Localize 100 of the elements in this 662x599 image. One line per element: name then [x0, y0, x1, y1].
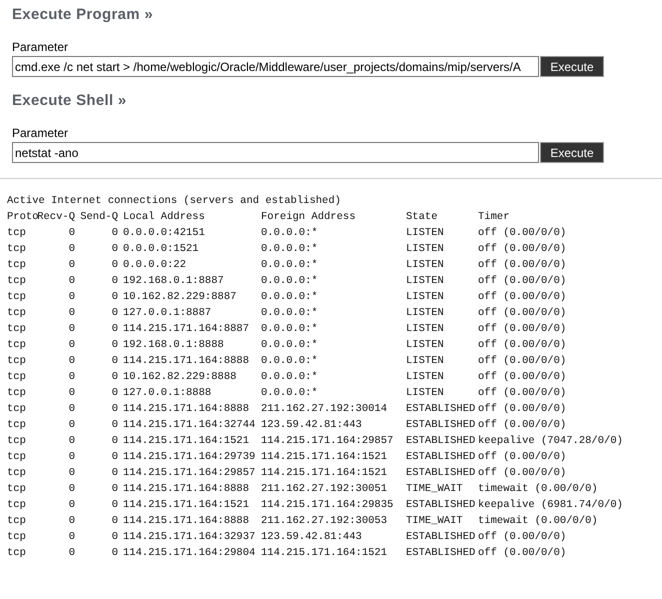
state-cell-text: LISTEN — [406, 274, 444, 289]
local-address-cell-text: 127.0.0.1:8887 — [122, 306, 212, 321]
state-cell-text: LISTEN — [406, 354, 444, 369]
timer-cell-text: off (0.00/0/0) — [478, 402, 566, 417]
foreign-address-cell-text: 0.0.0.0:* — [261, 306, 318, 321]
foreign-address-cell-text: 0.0.0.0:* — [261, 322, 318, 337]
recv-q-cell-text: 0 — [68, 498, 75, 513]
timer-cell-text: off (0.00/0/0) — [478, 450, 566, 465]
execute-button[interactable]: Execute — [540, 56, 604, 77]
state-cell-text: LISTEN — [406, 370, 444, 385]
state-cell-text: LISTEN — [406, 338, 444, 353]
recv-q-cell-text: 0 — [68, 226, 75, 241]
timer-cell-text: off (0.00/0/0) — [478, 530, 566, 545]
recv-q-cell-text: 0 — [68, 354, 75, 369]
execute-button[interactable]: Execute — [540, 142, 604, 163]
foreign-address-cell-text: 0.0.0.0:* — [261, 386, 318, 401]
local-address-cell-text: 114.215.171.164:29804 — [122, 546, 256, 561]
foreign-address-cell-text: 0.0.0.0:* — [261, 354, 318, 369]
local-address-cell-text: 114.215.171.164:8888 — [122, 482, 250, 497]
foreign-address-cell-text: 123.59.42.81:443 — [261, 418, 362, 433]
parameter-field[interactable]: cmd.exe /c net start > /home/weblogic/Oracle/Middleware/user_projects/domains/mip/servers/A — [12, 56, 539, 77]
send-q-cell-text: 0 — [112, 258, 118, 273]
column-header: Recv-Q — [37, 210, 75, 225]
section-heading: Execute Program » — [12, 6, 154, 23]
state-cell-text: LISTEN — [406, 322, 444, 337]
timer-cell-text: off (0.00/0/0) — [478, 546, 566, 561]
proto-cell-text: tcp — [7, 386, 26, 401]
send-q-cell-text: 0 — [112, 242, 118, 257]
recv-q-cell-text: 0 — [68, 418, 75, 433]
state-cell-text: ESTABLISHED — [406, 498, 476, 513]
recv-q-cell-text: 0 — [68, 434, 75, 449]
recv-q-cell-text: 0 — [68, 514, 75, 529]
state-cell-text: LISTEN — [406, 306, 444, 321]
proto-cell-text: tcp — [7, 306, 26, 321]
proto-cell-text: tcp — [7, 226, 26, 241]
foreign-address-cell-text: 0.0.0.0:* — [261, 274, 318, 289]
proto-cell-text: tcp — [7, 498, 26, 513]
timer-cell-text: off (0.00/0/0) — [478, 386, 566, 401]
proto-cell-text: tcp — [7, 258, 26, 273]
send-q-cell-text: 0 — [112, 450, 118, 465]
timer-cell-text: keepalive (6981.74/0/0) — [478, 498, 623, 513]
proto-cell-text: tcp — [7, 338, 26, 353]
send-q-cell-text: 0 — [112, 354, 118, 369]
column-header: Proto — [7, 210, 39, 225]
foreign-address-cell-text: 211.162.27.192:30053 — [261, 514, 388, 529]
local-address-cell-text: 114.215.171.164:8887 — [122, 322, 250, 337]
recv-q-cell-text: 0 — [68, 370, 75, 385]
recv-q-cell-text: 0 — [68, 466, 75, 481]
send-q-cell-text: 0 — [112, 306, 118, 321]
foreign-address-cell-text: 114.215.171.164:1521 — [261, 546, 388, 561]
timer-cell-text: off (0.00/0/0) — [478, 290, 566, 305]
output-title: Active Internet connections (servers and established) — [7, 194, 342, 209]
foreign-address-cell-text: 211.162.27.192:30014 — [261, 402, 388, 417]
parameter-field[interactable]: netstat -ano — [12, 142, 539, 163]
column-header: Local Address — [122, 210, 205, 225]
timer-cell-text: keepalive (7047.28/0/0) — [478, 434, 623, 449]
state-cell-text: LISTEN — [406, 290, 444, 305]
proto-cell-text: tcp — [7, 546, 26, 561]
section-heading: Execute Shell » — [12, 92, 128, 109]
proto-cell-text: tcp — [7, 530, 26, 545]
foreign-address-cell-text: 211.162.27.192:30051 — [261, 482, 388, 497]
proto-cell-text: tcp — [7, 418, 26, 433]
recv-q-cell-text: 0 — [68, 290, 75, 305]
foreign-address-cell-text: 0.0.0.0:* — [261, 258, 318, 273]
local-address-cell-text: 114.215.171.164:29857 — [122, 466, 256, 481]
proto-cell-text: tcp — [7, 290, 26, 305]
column-header: Send-Q — [80, 210, 118, 225]
recv-q-cell-text: 0 — [68, 306, 75, 321]
field-label: Parameter — [12, 126, 70, 140]
state-cell-text: ESTABLISHED — [406, 466, 476, 481]
timer-cell-text: off (0.00/0/0) — [478, 306, 566, 321]
recv-q-cell-text: 0 — [68, 402, 75, 417]
recv-q-cell-text: 0 — [68, 274, 75, 289]
column-header: Timer — [478, 210, 510, 225]
state-cell-text: ESTABLISHED — [406, 546, 476, 561]
column-header: State — [406, 210, 438, 225]
recv-q-cell-text: 0 — [68, 258, 75, 273]
local-address-cell-text: 114.215.171.164:29739 — [122, 450, 256, 465]
proto-cell-text: tcp — [7, 242, 26, 257]
timer-cell-text: off (0.00/0/0) — [478, 354, 566, 369]
local-address-cell-text: 0.0.0.0:1521 — [122, 242, 199, 257]
foreign-address-cell-text: 0.0.0.0:* — [261, 290, 318, 305]
state-cell-text: ESTABLISHED — [406, 450, 476, 465]
local-address-cell-text: 192.168.0.1:8887 — [122, 274, 224, 289]
recv-q-cell-text: 0 — [68, 450, 75, 465]
send-q-cell-text: 0 — [112, 274, 118, 289]
local-address-cell-text: 192.168.0.1:8888 — [122, 338, 224, 353]
proto-cell-text: tcp — [7, 370, 26, 385]
local-address-cell-text: 114.215.171.164:32744 — [122, 418, 256, 433]
state-cell-text: TIME_WAIT — [406, 514, 463, 529]
foreign-address-cell-text: 114.215.171.164:29835 — [261, 498, 394, 513]
timer-cell-text: off (0.00/0/0) — [478, 418, 566, 433]
send-q-cell-text: 0 — [112, 386, 118, 401]
foreign-address-cell-text: 114.215.171.164:29857 — [261, 434, 394, 449]
local-address-cell-text: 114.215.171.164:32937 — [122, 530, 256, 545]
state-cell-text: ESTABLISHED — [406, 418, 476, 433]
foreign-address-cell-text: 114.215.171.164:1521 — [261, 450, 388, 465]
proto-cell-text: tcp — [7, 466, 26, 481]
local-address-cell-text: 10.162.82.229:8887 — [122, 290, 236, 305]
send-q-cell-text: 0 — [112, 322, 118, 337]
